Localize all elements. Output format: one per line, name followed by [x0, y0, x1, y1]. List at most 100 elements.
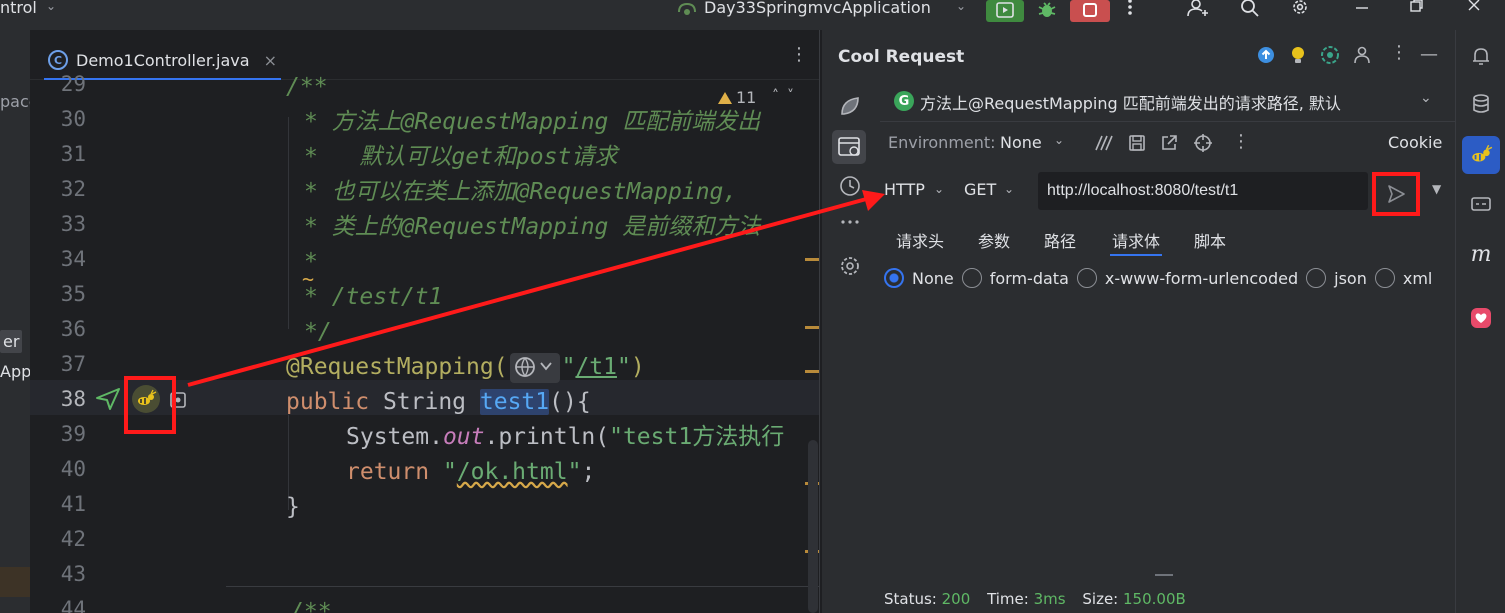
- tab-label: Demo1Controller.java: [76, 50, 250, 70]
- more-horizontal-icon[interactable]: [838, 210, 862, 234]
- api-description: 方法上@RequestMapping 匹配前端发出的请求路径, 默认: [920, 94, 1341, 113]
- close-icon[interactable]: ×: [264, 51, 277, 70]
- environment-row: Environment: None ⌄ ⋮ Cookie: [888, 130, 1448, 158]
- project-tree-fragment[interactable]: App: [0, 362, 30, 381]
- line-number: 36: [60, 317, 86, 341]
- maven-icon[interactable]: m: [1469, 242, 1493, 267]
- api-list-icon[interactable]: [832, 130, 866, 164]
- java-class-icon: C: [48, 50, 68, 70]
- http-method-selector[interactable]: GET: [964, 180, 996, 199]
- line-number: 32: [60, 177, 86, 201]
- code-line: return "/ok.html";: [346, 459, 596, 485]
- leaf-icon[interactable]: [838, 94, 862, 118]
- tab-script[interactable]: 脚本: [1194, 228, 1226, 256]
- scrollbar-mark: [805, 326, 819, 329]
- send-request-icon[interactable]: [94, 386, 122, 412]
- vertical-scrollbar[interactable]: [808, 440, 818, 613]
- title-bar: ntrol ⌄ Day33SpringmvcApplication ⌄: [0, 0, 1505, 30]
- code-line: @RequestMapping("/t1"): [286, 350, 645, 385]
- debug-button[interactable]: [1030, 0, 1064, 22]
- code-line: /**: [286, 74, 328, 100]
- tab-path[interactable]: 路径: [1044, 228, 1076, 256]
- plugin-heart-icon[interactable]: [1469, 306, 1493, 330]
- body-type-selector: None form-data x-www-form-urlencoded jso…: [884, 264, 1454, 292]
- right-tool-strip: m: [1455, 30, 1505, 613]
- project-name[interactable]: ntrol: [0, 0, 37, 16]
- restore-window-icon[interactable]: [1404, 0, 1428, 18]
- globe-inlay-hint[interactable]: [509, 352, 560, 383]
- run-button[interactable]: [986, 0, 1024, 22]
- tab-body[interactable]: 请求体: [1110, 228, 1163, 256]
- settings-gear-icon[interactable]: [838, 254, 862, 278]
- radio-none[interactable]: None: [884, 268, 954, 288]
- globe-icon: [514, 356, 552, 377]
- line-number: 43: [60, 562, 86, 586]
- search-icon[interactable]: [1238, 0, 1262, 18]
- radio-json[interactable]: json: [1306, 268, 1367, 288]
- chevron-down-icon[interactable]: ⌄: [46, 0, 56, 12]
- chevron-down-icon[interactable]: ⌄: [1054, 133, 1064, 147]
- line-number: 34: [60, 247, 86, 271]
- warning-icon: [718, 91, 732, 104]
- inspection-navigation[interactable]: ˄˅: [772, 88, 802, 104]
- tab-params[interactable]: 参数: [978, 228, 1010, 256]
- minimize-panel-icon[interactable]: —: [1420, 44, 1438, 65]
- panel-sidebar: [822, 80, 874, 613]
- more-vertical-icon[interactable]: ⋮: [790, 44, 808, 65]
- environment-selector[interactable]: None: [1000, 133, 1042, 152]
- code-line: */: [304, 319, 332, 345]
- add-user-icon[interactable]: [1186, 0, 1210, 18]
- slash-icon[interactable]: [1092, 132, 1114, 154]
- radio-xml[interactable]: xml: [1374, 268, 1432, 288]
- chevron-down-icon[interactable]: ⌄: [956, 0, 966, 12]
- status-code: 200: [941, 590, 971, 608]
- minimize-window-icon[interactable]: [1350, 0, 1374, 18]
- line-number: 38: [60, 387, 86, 411]
- code-line: * 类上的@RequestMapping 是前缀和方法: [304, 214, 761, 240]
- protocol-selector[interactable]: HTTP: [884, 180, 925, 199]
- crosshair-icon[interactable]: [1192, 132, 1214, 154]
- radio-x-www-form-urlencoded[interactable]: x-www-form-urlencoded: [1076, 268, 1298, 288]
- code-line: * 方法上@RequestMapping 匹配前端发出: [304, 109, 761, 135]
- chevron-down-icon[interactable]: ⌄: [1004, 182, 1014, 196]
- history-clock-icon[interactable]: [838, 174, 862, 198]
- update-icon[interactable]: [1256, 45, 1276, 65]
- code-line: * 也可以在类上添加@RequestMapping,: [304, 179, 738, 205]
- user-icon[interactable]: [1352, 45, 1372, 65]
- save-icon[interactable]: [1126, 132, 1148, 154]
- scrollbar-mark: [805, 370, 819, 373]
- database-icon[interactable]: [1469, 92, 1493, 116]
- lightbulb-icon[interactable]: [1288, 45, 1308, 65]
- more-vertical-icon[interactable]: [1120, 0, 1140, 18]
- run-config-selector[interactable]: Day33SpringmvcApplication: [704, 0, 931, 16]
- splitter-handle[interactable]: [1155, 574, 1173, 576]
- tab-headers[interactable]: 请求头: [896, 228, 944, 256]
- terminal-icon[interactable]: [1469, 192, 1493, 216]
- stop-button[interactable]: [1070, 0, 1110, 22]
- send-options-dropdown[interactable]: ▼: [1432, 182, 1441, 196]
- url-input[interactable]: [1038, 172, 1368, 210]
- open-external-icon[interactable]: [1158, 132, 1180, 154]
- project-tree-fragment[interactable]: er: [0, 330, 23, 353]
- response-size: 150.00B: [1123, 590, 1186, 608]
- line-number: 37: [60, 352, 86, 376]
- stop-icon: [1083, 3, 1097, 17]
- chevron-down-icon[interactable]: ⌄: [1420, 90, 1432, 106]
- cookie-button[interactable]: Cookie: [1388, 133, 1442, 152]
- radio-dot: [1076, 268, 1097, 288]
- send-request-button[interactable]: [1372, 172, 1420, 216]
- more-vertical-icon[interactable]: ⋮: [1232, 131, 1250, 152]
- radio-form-data[interactable]: form-data: [961, 268, 1069, 288]
- close-window-icon[interactable]: [1462, 0, 1486, 18]
- api-selector[interactable]: G 方法上@RequestMapping 匹配前端发出的请求路径, 默认 ⌄: [880, 88, 1455, 122]
- cool-request-tool-icon[interactable]: [1462, 136, 1500, 174]
- scrollbar-mark: [805, 258, 819, 261]
- more-vertical-icon[interactable]: ⋮: [1390, 42, 1408, 63]
- line-number: 31: [60, 142, 86, 166]
- size-label: Size:: [1082, 590, 1119, 608]
- ai-assistant-icon[interactable]: [1320, 45, 1340, 65]
- notifications-bell-icon[interactable]: [1469, 44, 1493, 68]
- chevron-down-icon[interactable]: ⌄: [934, 182, 944, 196]
- line-number: 29: [60, 72, 86, 96]
- gear-icon[interactable]: [1288, 0, 1312, 18]
